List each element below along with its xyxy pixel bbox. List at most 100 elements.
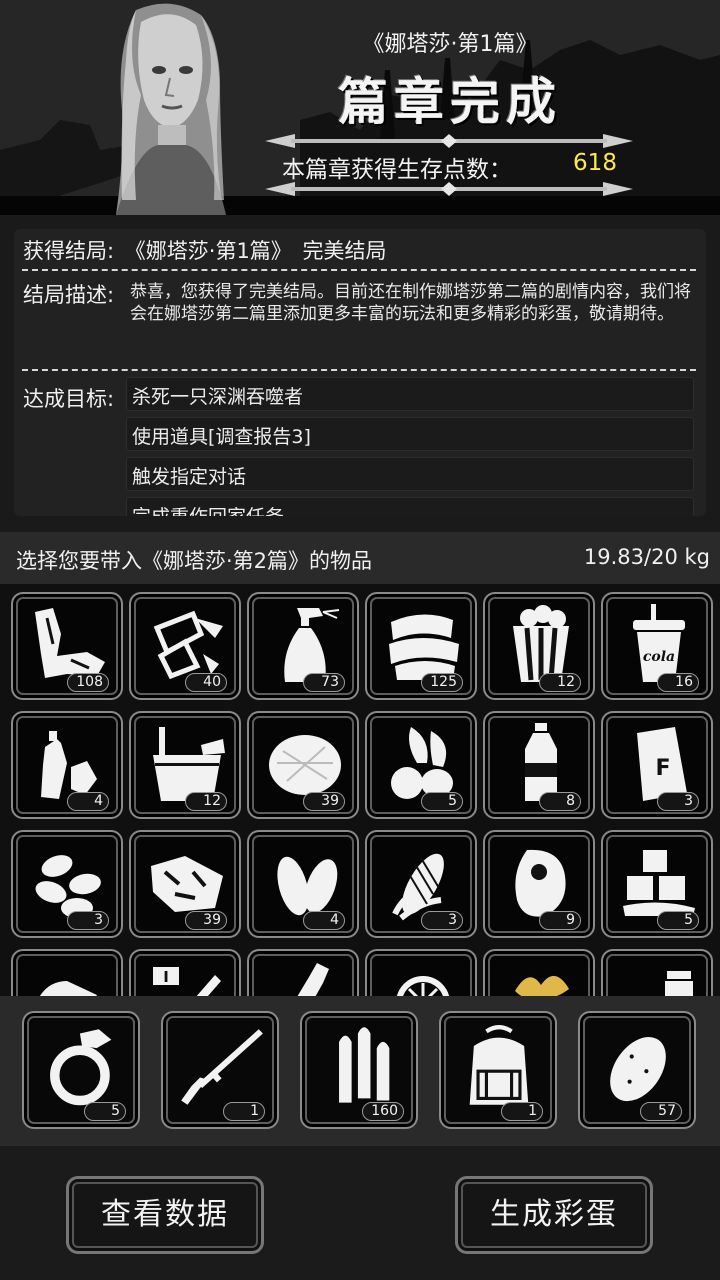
survival-points-label: 本篇章获得生存点数： [282, 157, 512, 183]
syringe-label: I [163, 968, 169, 986]
item-count: 108 [67, 673, 109, 692]
item-count: 39 [185, 911, 227, 930]
item-count: 57 [640, 1102, 682, 1121]
item-slot-flour-sack[interactable]: F 3 [601, 711, 713, 819]
paper-icon [153, 610, 223, 680]
ending-description-text: 恭喜，您获得了完美结局。目前还在制作娜塔莎第二篇的剧情内容，我们将会在娜塔莎第二… [130, 282, 691, 324]
cotton-icon [269, 735, 341, 795]
item-slot-syringe[interactable]: I [129, 949, 241, 996]
potato-icon [610, 1037, 666, 1102]
ornament-divider-bottom [265, 182, 633, 196]
inventory-title: 选择您要带入《娜塔莎·第2篇》的物品 [16, 549, 373, 573]
item-count: 12 [539, 673, 581, 692]
goal-item: 触发指定对话 [126, 457, 694, 491]
item-count: 5 [421, 792, 463, 811]
item-count: 1 [223, 1102, 265, 1121]
equip-slot-backpack[interactable]: 1 [439, 1011, 557, 1129]
item-slot-towels[interactable]: 125 [365, 592, 477, 700]
ending-chapter: 《娜塔莎·第1篇》 [124, 239, 292, 263]
item-slot-steak[interactable]: 9 [483, 830, 595, 938]
nuts-icon [35, 855, 101, 918]
item-slot-water-bottle[interactable]: 8 [483, 711, 595, 819]
item-slot-plastic-bottles[interactable]: 4 [11, 711, 123, 819]
item-slot-tobacco-leaf[interactable] [483, 949, 595, 996]
item-count: 12 [185, 792, 227, 811]
item-slot-ice-cubes[interactable]: 5 [601, 830, 713, 938]
steak-icon [515, 849, 566, 917]
rags-icon [35, 608, 105, 678]
water-bottle-icon [525, 723, 557, 801]
item-slot-citrus[interactable] [365, 949, 477, 996]
ice-cubes-icon [623, 850, 695, 916]
chapter-subtitle: 《娜塔莎·第1篇》 [362, 32, 538, 57]
wine-bottle-icon [297, 963, 329, 996]
vegetables-icon [391, 727, 453, 799]
item-slot-jar[interactable] [601, 949, 713, 996]
item-slot-meat-chunk[interactable]: 39 [129, 830, 241, 938]
tobacco-leaf-icon [515, 976, 569, 996]
bullets-icon [339, 1027, 390, 1103]
item-count: 4 [67, 792, 109, 811]
item-slot-corn[interactable]: 3 [365, 830, 477, 938]
inventory-grid[interactable]: 108 40 73 125 12 cola 16 4 12 39 5 8 F 3… [0, 584, 720, 996]
item-count: 39 [303, 792, 345, 811]
item-slot-bucket[interactable]: 12 [129, 711, 241, 819]
item-slot-cotton[interactable]: 39 [247, 711, 359, 819]
towels-icon [389, 614, 459, 680]
ending-panel[interactable]: 获得结局: 《娜塔莎·第1篇》 完美结局 结局描述: 恭喜，您获得了完美结局。目… [14, 229, 706, 516]
ending-description-label: 结局描述: [23, 283, 115, 307]
natasha-portrait [116, 3, 226, 215]
item-slot-seeds[interactable]: 4 [247, 830, 359, 938]
item-slot-rags[interactable]: 108 [11, 592, 123, 700]
view-data-button[interactable]: 查看数据 [66, 1176, 264, 1254]
goal-item: 杀死一只深渊吞噬者 [126, 377, 694, 411]
survival-points-value: 618 [573, 150, 617, 176]
item-count: 5 [657, 911, 699, 930]
item-count: 8 [539, 792, 581, 811]
ending-name: 完美结局 [302, 239, 387, 263]
equip-slot-ring[interactable]: 5 [22, 1011, 140, 1129]
item-count: 73 [303, 673, 345, 692]
item-count: 125 [421, 673, 463, 692]
item-slot-popcorn[interactable]: 12 [483, 592, 595, 700]
equipped-items-bar[interactable]: 5 1 160 1 57 [0, 996, 720, 1146]
generate-easter-egg-button[interactable]: 生成彩蛋 [455, 1176, 653, 1254]
item-slot-vegetables[interactable]: 5 [365, 711, 477, 819]
equip-slot-bullets[interactable]: 160 [300, 1011, 418, 1129]
goal-item: 完成重作回家任务 [126, 497, 694, 516]
chapter-complete-header: 《娜塔莎·第1篇》 篇章完成 本篇章获得生存点数： 618 [0, 0, 720, 215]
jar-icon [665, 971, 693, 996]
item-count: 3 [421, 911, 463, 930]
item-count: 40 [185, 673, 227, 692]
item-slot-pipe[interactable] [11, 949, 123, 996]
inventory-weight: 19.83/20 kg [583, 545, 710, 569]
goal-item: 使用道具[调查报告3] [126, 417, 694, 451]
meat-chunk-icon [151, 856, 223, 912]
item-slot-nuts[interactable]: 3 [11, 830, 123, 938]
inventory-header: 选择您要带入《娜塔莎·第2篇》的物品 19.83/20 kg [0, 532, 720, 584]
equip-slot-rifle[interactable]: 1 [161, 1011, 279, 1129]
item-count: 3 [657, 792, 699, 811]
goals-label: 达成目标: [23, 387, 115, 411]
spray-bottle-icon [284, 608, 340, 682]
bottom-action-bar: 查看数据 生成彩蛋 [0, 1146, 720, 1280]
ornament-divider-top [265, 134, 633, 148]
ring-icon [50, 1029, 112, 1106]
equip-slot-potato[interactable]: 57 [578, 1011, 696, 1129]
bucket-icon [153, 727, 225, 801]
dashed-divider [22, 369, 696, 371]
seeds-icon [277, 856, 338, 916]
cola-label: cola [643, 649, 675, 665]
flour-sack-icon: F [637, 727, 687, 801]
item-slot-cola[interactable]: cola 16 [601, 592, 713, 700]
cola-cup-icon: cola [633, 604, 685, 682]
item-count: 16 [657, 673, 699, 692]
item-slot-wine-bottle[interactable] [247, 949, 359, 996]
item-slot-paper[interactable]: 40 [129, 592, 241, 700]
item-slot-spray-bottle[interactable]: 73 [247, 592, 359, 700]
item-count: 9 [539, 911, 581, 930]
pipe-icon [39, 981, 97, 996]
syringe-icon: I [153, 967, 221, 996]
item-count: 1 [501, 1102, 543, 1121]
flour-label: F [655, 756, 670, 781]
